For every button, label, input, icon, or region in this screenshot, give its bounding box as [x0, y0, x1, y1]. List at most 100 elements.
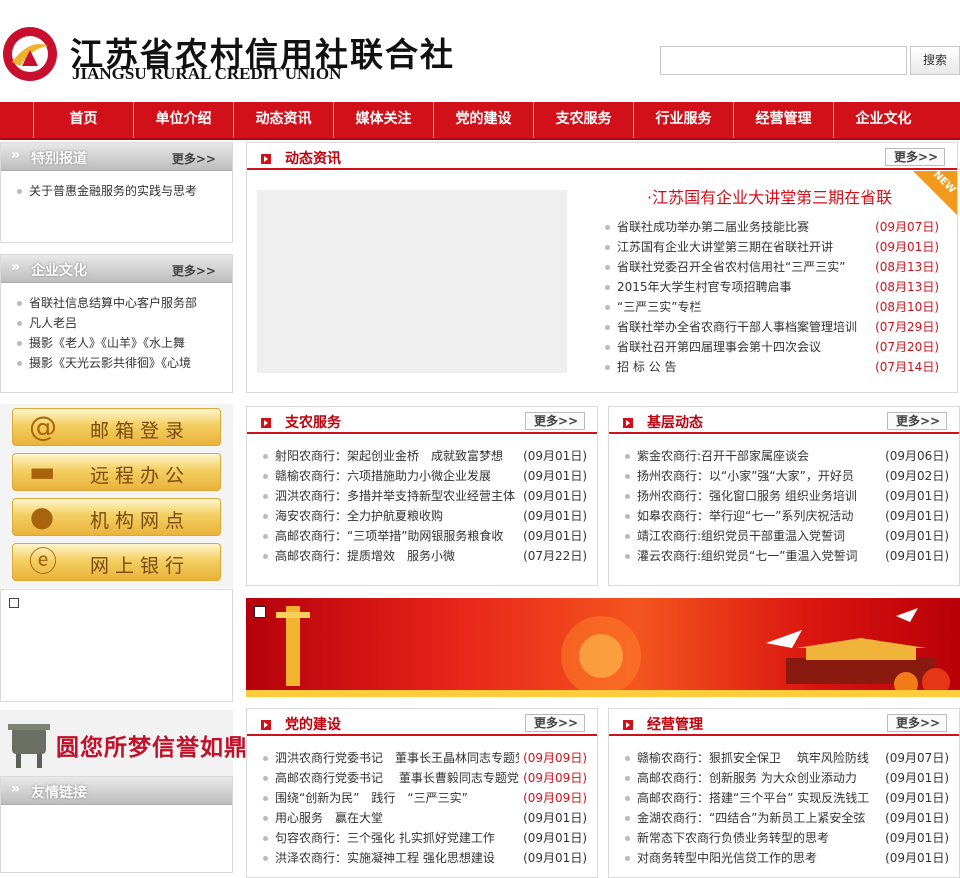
list-item[interactable]: 洪泽农商行：实施凝神工程 强化思想建设 (09月01日)	[261, 848, 587, 868]
panel-title: 经营管理	[647, 717, 703, 733]
list-item[interactable]: 江苏国有企业大讲堂第三期在省联社开讲 (09月01日)	[603, 237, 939, 257]
list-item[interactable]: 海安农商行：全力护航夏粮收购 (09月01日)	[261, 506, 587, 526]
arrow-icon	[261, 154, 271, 164]
list-item[interactable]: 对商务转型中阳光信贷工作的思考 (09月01日)	[623, 848, 949, 868]
list-item[interactable]: 省联社召开第四届理事会第十四次会议 (07月20日)	[603, 337, 939, 357]
search-input[interactable]	[660, 46, 907, 75]
more-link[interactable]: 更多>>	[887, 714, 947, 732]
remote-office-button[interactable]: ▬ 远程办公	[12, 453, 221, 491]
nav-culture[interactable]: 企业文化	[833, 102, 933, 138]
friend-links-panel: » 友情链接	[0, 776, 233, 873]
nav-party[interactable]: 党的建设	[433, 102, 533, 138]
list-item[interactable]: 赣榆农商行：六项措施助力小微企业发展 (09月01日)	[261, 466, 587, 486]
main-nav: 首页 单位介绍 动态资讯 媒体关注 党的建设 支农服务 行业服务 经营管理 企业…	[0, 102, 960, 140]
search-button[interactable]: 搜索	[910, 46, 960, 75]
list-item[interactable]: 高邮农商行：创新服务 为大众创业添动力 (09月01日)	[623, 768, 949, 788]
list-item[interactable]: 省联社举办全省农商行干部人事档案管理培训 (07月29日)	[603, 317, 939, 337]
panel-title: 友情链接	[31, 785, 87, 801]
nav-news[interactable]: 动态资讯	[233, 102, 333, 138]
image-icon	[254, 606, 266, 618]
list-item[interactable]: 省联社成功举办第二届业务技能比赛 (09月07日)	[603, 217, 939, 237]
news-headline[interactable]: ·江苏国有企业大讲堂第三期在省联	[647, 184, 892, 208]
list-item[interactable]: 高邮农商行：“三项举措”助网银服务粮食收 (09月01日)	[261, 526, 587, 546]
news-image-placeholder[interactable]	[257, 190, 567, 373]
chevron-icon: »	[11, 147, 21, 163]
more-link[interactable]: 更多>>	[525, 412, 585, 430]
chevron-icon: »	[11, 781, 21, 797]
chevron-icon: »	[11, 259, 21, 275]
panel-title: 特别报道	[31, 151, 87, 167]
list-item[interactable]: 2015年大学生村官专项招聘启事 (08月13日)	[603, 277, 939, 297]
arrow-icon	[261, 418, 271, 428]
list-item[interactable]: 省联社党委召开全省农村信用社“三严三实” (08月13日)	[603, 257, 939, 277]
nav-management[interactable]: 经营管理	[733, 102, 833, 138]
nav-about[interactable]: 单位介绍	[133, 102, 233, 138]
arrow-icon	[623, 418, 633, 428]
list-item[interactable]: 扬州农商行：强化窗口服务 组织业务培训 (09月01日)	[623, 486, 949, 506]
more-link[interactable]: 更多>>	[525, 714, 585, 732]
more-link[interactable]: 更多>>	[885, 148, 945, 166]
list-item[interactable]: 泗洪农商行：多措并举支持新型农业经营主体 (09月01日)	[261, 486, 587, 506]
nav-home[interactable]: 首页	[33, 102, 133, 138]
list-item[interactable]: 泗洪农商行党委书记 董事长王晶林同志专题党 (09月09日)	[261, 748, 587, 768]
list-item[interactable]: 新常态下农商行负债业务转型的思考 (09月01日)	[623, 828, 949, 848]
grassroots-panel: 基层动态 更多>> 紫金农商行:召开干部家属座谈会 (09月06日) 扬州农商行：以…	[608, 406, 960, 586]
list-item[interactable]: 摄影《老人》《山羊》《水上舞	[15, 333, 222, 353]
list-item[interactable]: 高邮农商行：搭建“三个平台” 实现反洗钱工 (09月01日)	[623, 788, 949, 808]
list-item[interactable]: 省联社信息结算中心客户服务部	[15, 293, 222, 313]
list-item[interactable]: 射阳农商行：架起创业金桥 成就致富梦想 (09月01日)	[261, 446, 587, 466]
more-link[interactable]: 更多>>	[887, 412, 947, 430]
list-item[interactable]: 扬州农商行：以“小家”强“大家”，开好员 (09月02日)	[623, 466, 949, 486]
list-item[interactable]: 凡人老吕	[15, 313, 222, 333]
culture-panel: » 企业文化 更多>> 省联社信息结算中心客户服务部 凡人老吕 摄影《老人》《山羊》…	[0, 254, 233, 393]
special-report-panel: » 特别报道 更多>> 关于普惠金融服务的实践与思考	[0, 142, 233, 243]
e-bank-icon: ⓔ	[29, 545, 64, 578]
list-item[interactable]: 用心服务 赢在大堂 (09月01日)	[261, 808, 587, 828]
list-item[interactable]: 关于普惠金融服务的实践与思考	[15, 181, 222, 201]
panel-title: 企业文化	[31, 263, 87, 279]
list-item[interactable]: 招 标 公 告 (07月14日)	[603, 357, 939, 377]
list-item[interactable]: 摄影《天光云影共徘徊》《心境	[15, 353, 222, 373]
list-item[interactable]: 金湖农商行：“四结合”为新员工上紧安全弦 (09月01日)	[623, 808, 949, 828]
flash-placeholder	[0, 589, 233, 702]
list-item[interactable]: 紫金农商行:召开干部家属座谈会 (09月06日)	[623, 446, 949, 466]
banner-art	[246, 606, 960, 697]
broken-image-icon	[9, 598, 19, 608]
quick-links: @ 邮箱登录 ▬ 远程办公 ● 机构网点 ⓔ 网上银行	[0, 404, 233, 588]
list-item[interactable]: 赣榆农商行：狠抓安全保卫 筑牢风险防线 (09月07日)	[623, 748, 949, 768]
panel-title: 党的建设	[285, 717, 341, 733]
logo-title-en: JIANGSU RURAL CREDIT UNION	[72, 64, 342, 83]
online-bank-button[interactable]: ⓔ 网上银行	[12, 543, 221, 581]
mail-login-button[interactable]: @ 邮箱登录	[12, 408, 221, 446]
nav-agri[interactable]: 支农服务	[533, 102, 633, 138]
more-link[interactable]: 更多>>	[172, 150, 216, 167]
at-icon: @	[29, 410, 63, 443]
promo-slogan: 圆您所梦信誉如鼎	[56, 734, 248, 761]
nav-media[interactable]: 媒体关注	[333, 102, 433, 138]
list-item[interactable]: 靖江农商行:组织党员干部重温入党誓词 (09月01日)	[623, 526, 949, 546]
list-item[interactable]: 如皋农商行：举行迎“七一”系列庆祝活动 (09月01日)	[623, 506, 949, 526]
more-link[interactable]: 更多>>	[172, 262, 216, 279]
map-pin-icon: ●	[29, 500, 61, 533]
panel-title: 支农服务	[285, 415, 341, 431]
party-building-panel: 党的建设 更多>> 泗洪农商行党委书记 董事长王晶林同志专题党 (09月09日) 高…	[246, 708, 598, 878]
list-item[interactable]: 高邮农商行党委书记 董事长曹毅同志专题党 (09月09日)	[261, 768, 587, 788]
arrow-icon	[623, 720, 633, 730]
management-panel: 经营管理 更多>> 赣榆农商行：狠抓安全保卫 筑牢风险防线 (09月07日) 高邮农…	[608, 708, 960, 878]
party-banner[interactable]	[246, 598, 960, 697]
nav-industry[interactable]: 行业服务	[633, 102, 733, 138]
promo-banner[interactable]: 圆您所梦信誉如鼎	[0, 710, 247, 776]
agri-service-panel: 支农服务 更多>> 射阳农商行：架起创业金桥 成就致富梦想 (09月01日) 赣榆农…	[246, 406, 598, 586]
panel-title: 基层动态	[647, 415, 703, 431]
bronze-ding-icon	[8, 724, 50, 768]
list-item[interactable]: 句容农商行：三个强化 扎实抓好党建工作 (09月01日)	[261, 828, 587, 848]
list-item[interactable]: 高邮农商行：提质增效 服务小微 (07月22日)	[261, 546, 587, 566]
list-item[interactable]: 灌云农商行:组织党员“七一”重温入党誓词 (09月01日)	[623, 546, 949, 566]
branch-locator-button[interactable]: ● 机构网点	[12, 498, 221, 536]
list-item[interactable]: “三严三实”专栏 (08月10日)	[603, 297, 939, 317]
briefcase-icon: ▬	[29, 455, 62, 488]
list-item[interactable]: 围绕“创新为民” 践行 “三严三实” (09月09日)	[261, 788, 587, 808]
logo-icon	[3, 27, 57, 81]
news-panel: 动态资讯 更多>> ·江苏国有企业大讲堂第三期在省联 NEW 省联社成功举办第二届…	[246, 142, 958, 393]
panel-title: 动态资讯	[285, 151, 341, 167]
